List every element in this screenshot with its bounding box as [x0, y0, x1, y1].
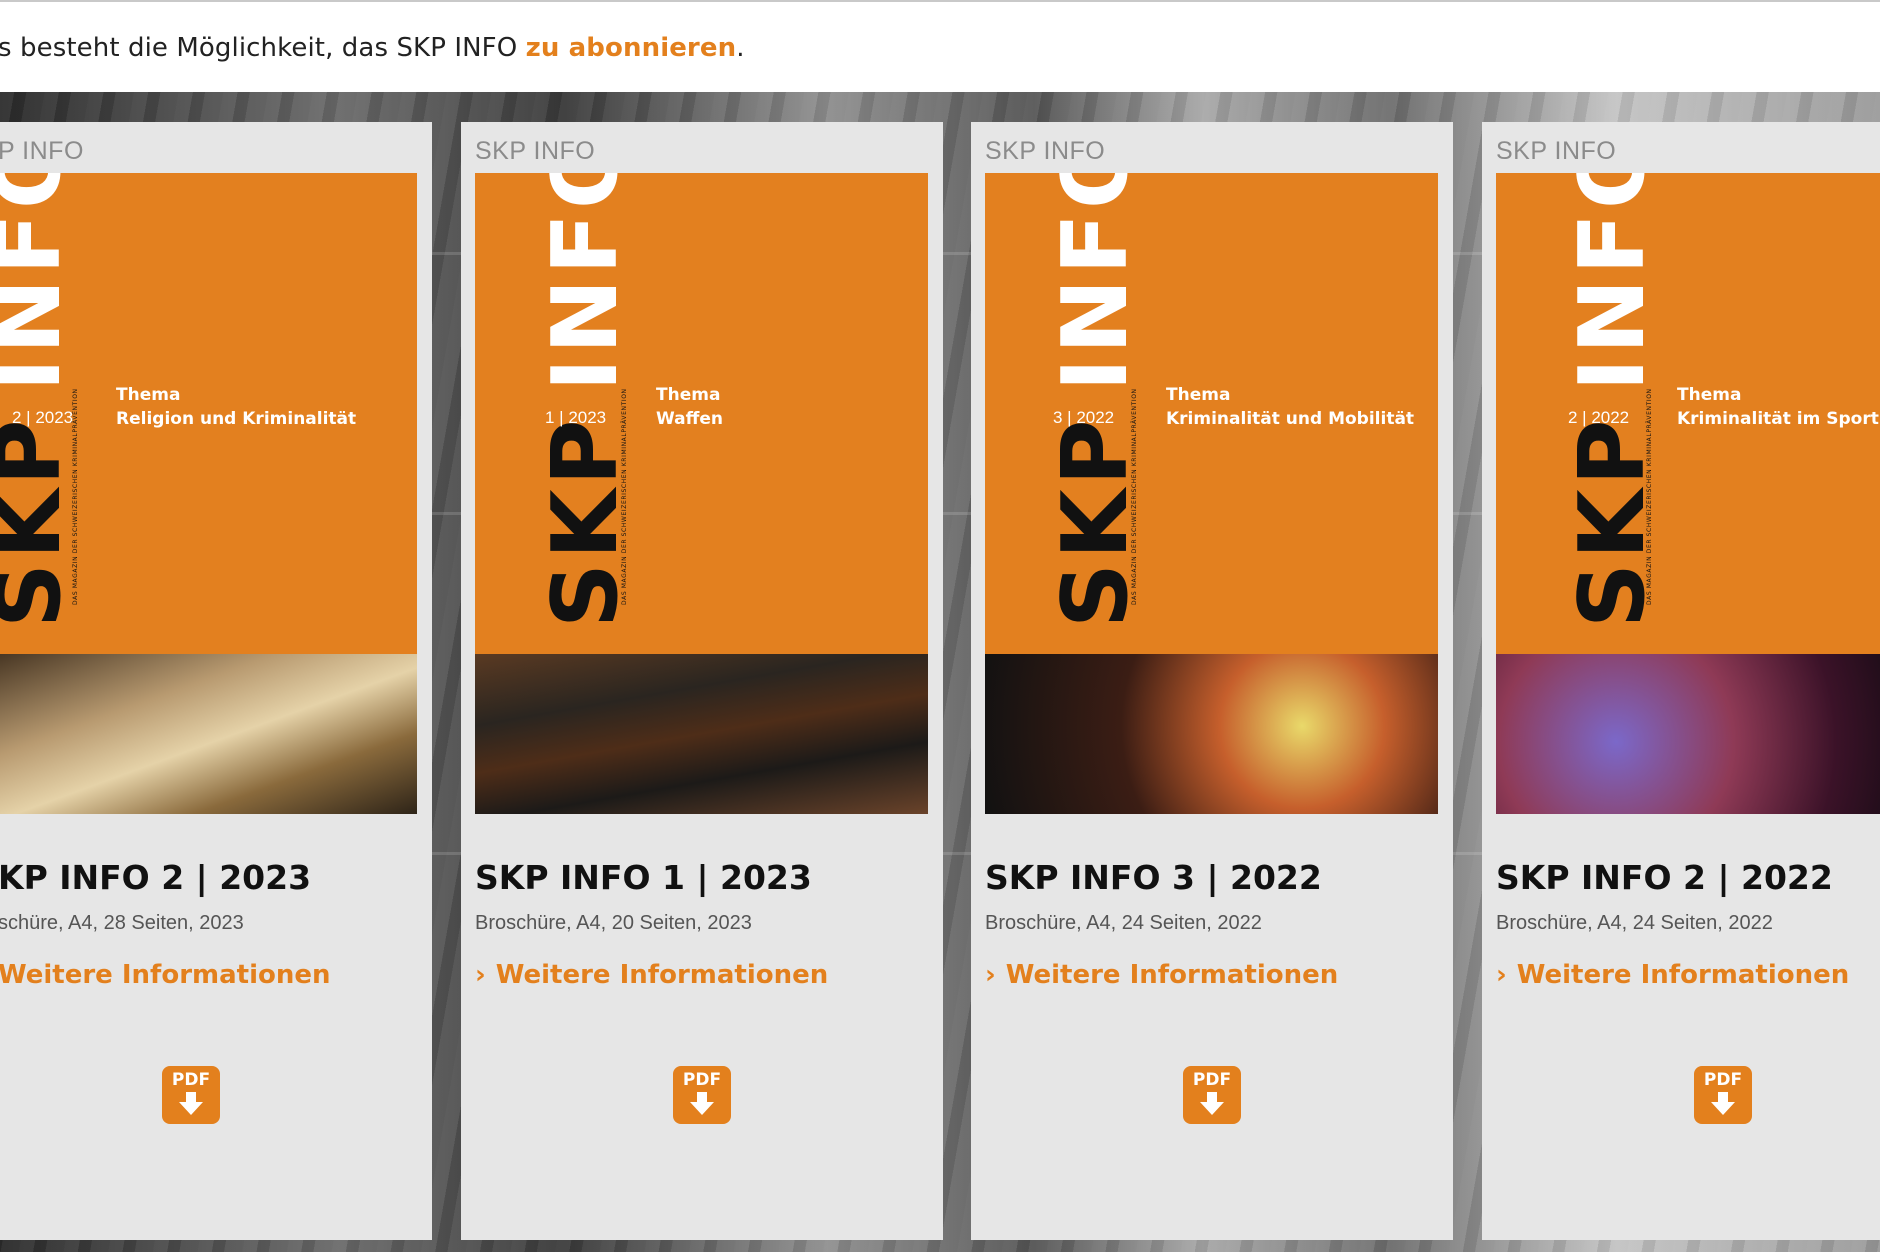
pdf-download-button[interactable]: PDF — [1694, 1066, 1752, 1124]
cover-photo — [475, 654, 928, 814]
logo-info: INFO — [533, 173, 638, 392]
cover-image[interactable]: SKPINFO 3 | 2022 DAS MAGAZIN DER SCHWEIZ… — [985, 173, 1438, 814]
card-small-title: P INFO — [0, 137, 84, 165]
cover-thema-label: Thema — [656, 385, 721, 405]
pdf-label: PDF — [1703, 1070, 1743, 1090]
pdf-download-button[interactable]: PDF — [673, 1066, 731, 1124]
more-info-link[interactable]: › Weitere Informationen — [475, 960, 828, 990]
cover-image[interactable]: SKP INFO 2 | 2023 DAS MAGAZIN DER SCHWEIZ… — [0, 173, 417, 814]
cover-photo — [0, 654, 417, 814]
more-info-link[interactable]: › Weitere Informationen — [985, 960, 1338, 990]
cover-tagline: DAS MAGAZIN DER SCHWEIZERISCHEN KRIMINAL… — [1646, 388, 1653, 605]
cover-thema-label: Thema — [1677, 385, 1742, 405]
card-small-title: SKP INFO — [475, 137, 596, 165]
card-meta: schüre, A4, 28 Seiten, 2023 — [0, 912, 244, 934]
logo-info: INFO — [1560, 173, 1665, 392]
cover-orange: SKP INFO 2 | 2023 DAS MAGAZIN DER SCHWEIZ… — [0, 173, 417, 654]
download-arrow-icon — [1711, 1092, 1735, 1115]
cover-tagline: DAS MAGAZIN DER SCHWEIZERISCHEN KRIMINAL… — [1131, 388, 1138, 605]
link-label: Weitere Informationen — [1516, 960, 1850, 990]
chevron-right-icon: › — [1496, 960, 1507, 990]
publication-card: SKP INFO SKPINFO 3 | 2022 DAS MAGAZIN DE… — [971, 122, 1453, 1240]
pdf-label: PDF — [682, 1070, 722, 1090]
link-label: Weitere Informationen — [495, 960, 829, 990]
card-small-title: SKP INFO — [1496, 137, 1617, 165]
card-title: SKP INFO 2 | 2022 — [1496, 858, 1833, 897]
cover-issue: 3 | 2022 — [1053, 408, 1115, 427]
chevron-right-icon: › — [985, 960, 996, 990]
cover-logo: SKP INFO — [0, 173, 81, 628]
download-arrow-icon — [690, 1092, 714, 1115]
intro-end: . — [736, 33, 745, 63]
link-label: Weitere Informationen — [1005, 960, 1339, 990]
card-meta: Broschüre, A4, 24 Seiten, 2022 — [1496, 912, 1773, 934]
pdf-download-button[interactable]: PDF — [162, 1066, 220, 1124]
card-meta: Broschüre, A4, 24 Seiten, 2022 — [985, 912, 1262, 934]
pdf-label: PDF — [171, 1070, 211, 1090]
publication-card: SKP INFO SKPINFO 2 | 2022 DAS MAGAZIN DE… — [1482, 122, 1880, 1240]
cover-photo — [985, 654, 1438, 814]
link-label: Weitere Informationen — [0, 960, 331, 990]
more-info-link[interactable]: › Weitere Informationen — [1496, 960, 1849, 990]
cover-thema-title: Waffen — [656, 409, 724, 429]
cover-issue: 1 | 2023 — [545, 408, 607, 427]
cover-issue: 2 | 2023 — [12, 408, 74, 427]
card-meta: Broschüre, A4, 20 Seiten, 2023 — [475, 912, 752, 934]
cover-photo — [1496, 654, 1880, 814]
cover-tagline: DAS MAGAZIN DER SCHWEIZERISCHEN KRIMINAL… — [72, 388, 79, 605]
cover-orange: SKPINFO 3 | 2022 DAS MAGAZIN DER SCHWEIZ… — [985, 173, 1438, 654]
more-info-link[interactable]: Weitere Informationen — [0, 960, 331, 990]
cover-issue: 2 | 2022 — [1568, 408, 1630, 427]
cover-orange: SKPINFO 2 | 2022 DAS MAGAZIN DER SCHWEIZ… — [1496, 173, 1880, 654]
card-title: SKP INFO 3 | 2022 — [985, 858, 1322, 897]
logo-info: INFO — [1043, 173, 1148, 392]
publication-card: P INFO SKP INFO 2 | 2023 DAS MAGAZIN DER … — [0, 122, 432, 1240]
pdf-label: PDF — [1192, 1070, 1232, 1090]
download-arrow-icon — [1200, 1092, 1224, 1115]
cover-image[interactable]: SKPINFO 1 | 2023 DAS MAGAZIN DER SCHWEIZ… — [475, 173, 928, 814]
pdf-download-button[interactable]: PDF — [1183, 1066, 1241, 1124]
card-title: KP INFO 2 | 2023 — [0, 858, 312, 897]
logo-skp: SKP — [0, 415, 81, 628]
cover-thema-title: Religion und Kriminalität — [116, 409, 357, 429]
intro-text: s besteht die Möglichkeit, das SKP INFO … — [0, 33, 745, 63]
download-arrow-icon — [179, 1092, 203, 1115]
cover-thema-title: Kriminalität im Sport — [1677, 409, 1879, 429]
cover-image[interactable]: SKPINFO 2 | 2022 DAS MAGAZIN DER SCHWEIZ… — [1496, 173, 1880, 814]
intro-bar: s besteht die Möglichkeit, das SKP INFO … — [0, 0, 1880, 94]
intro-sentence: s besteht die Möglichkeit, das SKP INFO — [0, 33, 526, 63]
chevron-right-icon: › — [475, 960, 486, 990]
cover-thema-label: Thema — [116, 385, 181, 405]
cover-thema-label: Thema — [1166, 385, 1231, 405]
logo-info: INFO — [0, 173, 81, 392]
cover-orange: SKPINFO 1 | 2023 DAS MAGAZIN DER SCHWEIZ… — [475, 173, 928, 654]
publication-card: SKP INFO SKPINFO 1 | 2023 DAS MAGAZIN DE… — [461, 122, 943, 1240]
cover-thema-title: Kriminalität und Mobilität — [1166, 409, 1415, 429]
cover-tagline: DAS MAGAZIN DER SCHWEIZERISCHEN KRIMINAL… — [621, 388, 628, 605]
subscribe-link[interactable]: zu abonnieren — [526, 33, 737, 63]
card-title: SKP INFO 1 | 2023 — [475, 858, 812, 897]
card-small-title: SKP INFO — [985, 137, 1106, 165]
